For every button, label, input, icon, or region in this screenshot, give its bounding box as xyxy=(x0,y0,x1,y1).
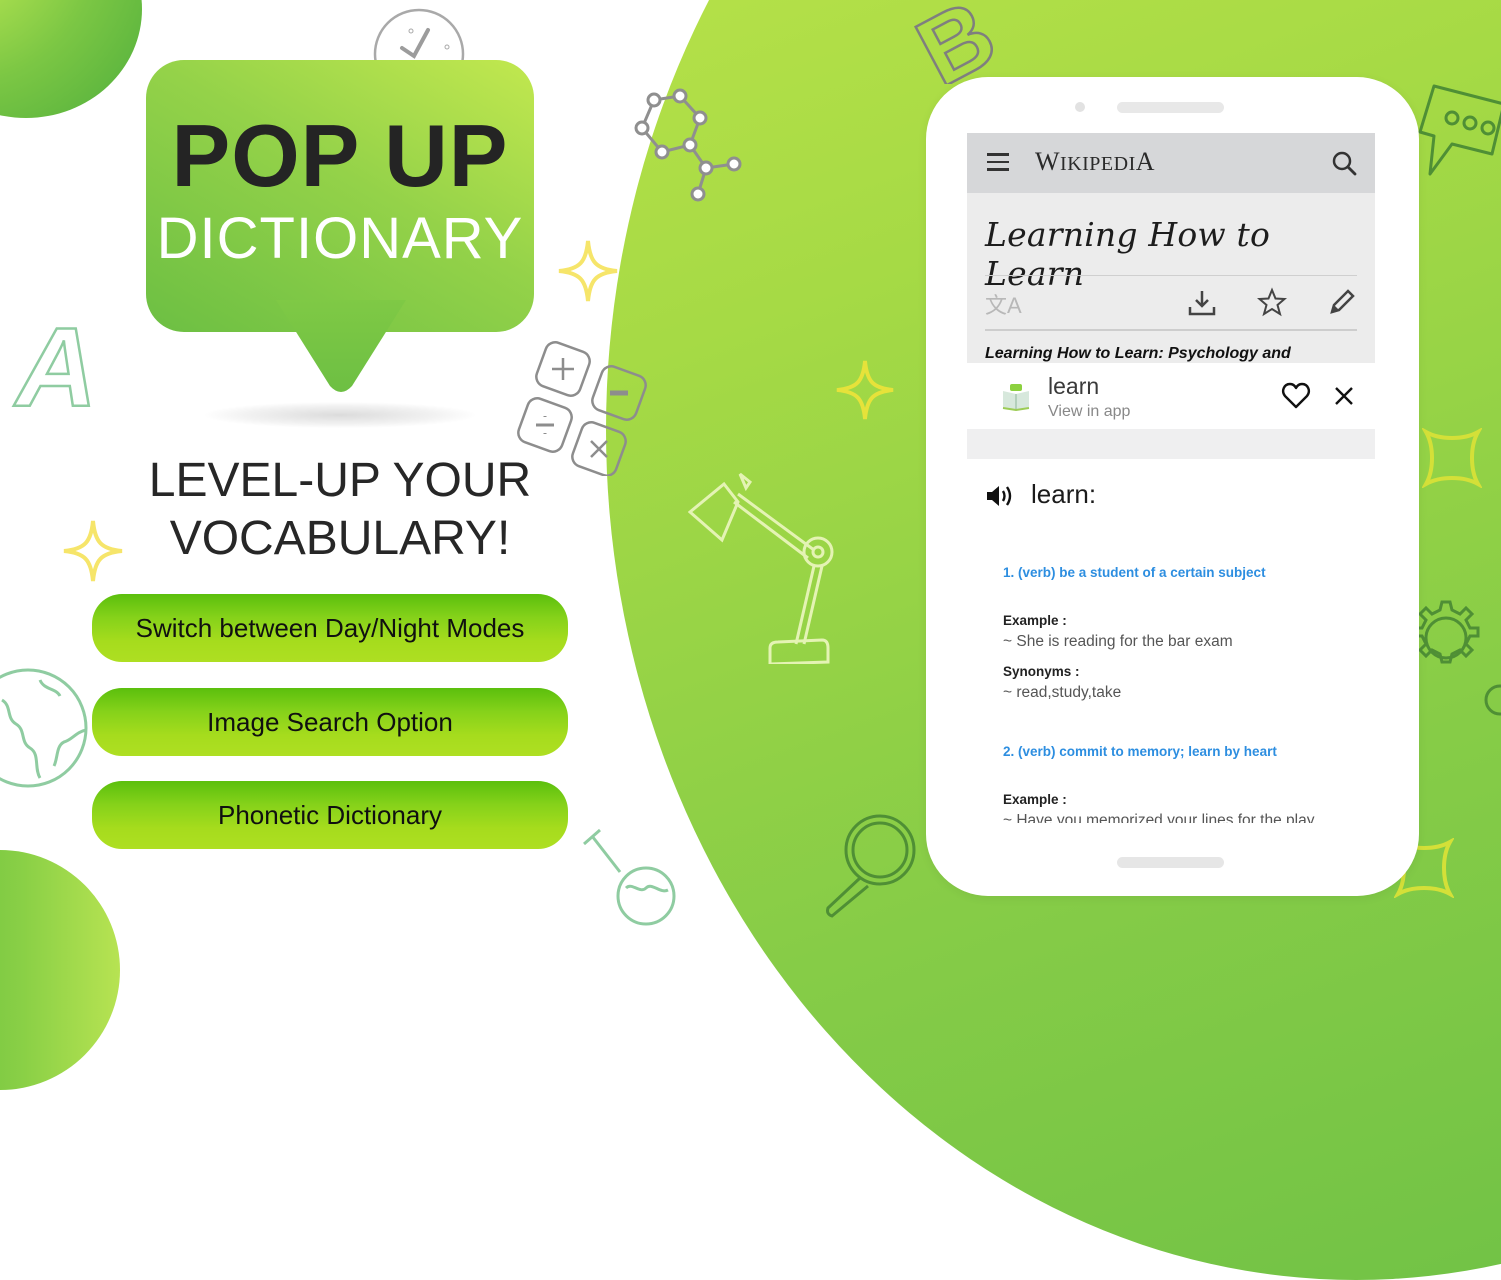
app-title-secondary: DICTIONARY xyxy=(156,206,524,271)
sparkle-icon xyxy=(558,240,618,302)
divider xyxy=(985,275,1357,276)
divider xyxy=(985,329,1357,331)
example-text: ~ Have you memorized your lines for the … xyxy=(1003,812,1315,823)
title-speech-bubble-tail xyxy=(276,300,406,392)
sense-definition: 2. (verb) commit to memory; learn by hea… xyxy=(1003,744,1277,759)
download-icon[interactable] xyxy=(1187,288,1217,318)
chat-bubble-icon xyxy=(1418,84,1501,176)
article-lead-text: Learning How to Learn: Psychology and xyxy=(985,345,1291,362)
tagline: LEVEL-UP YOUR VOCABULARY! xyxy=(110,452,570,568)
wikipedia-logo[interactable]: WIKIPEDIA xyxy=(1035,147,1155,177)
sense-definition: 1. (verb) be a student of a certain subj… xyxy=(1003,565,1266,580)
edit-pencil-icon[interactable] xyxy=(1327,287,1357,317)
feature-phonetic-dictionary[interactable]: Phonetic Dictionary xyxy=(92,781,568,849)
desk-lamp-icon xyxy=(688,472,834,664)
synonyms-label: Synonyms : xyxy=(1003,664,1080,679)
close-icon[interactable] xyxy=(1331,383,1357,409)
book-app-icon xyxy=(1002,384,1030,411)
magnifier-icon xyxy=(826,814,916,918)
star-icon[interactable] xyxy=(1257,287,1287,317)
clock-icon xyxy=(373,8,465,68)
app-title-primary: POP UP xyxy=(171,106,509,205)
example-label: Example : xyxy=(1003,613,1067,628)
bubble-shadow xyxy=(205,402,475,428)
hamburger-menu-icon[interactable] xyxy=(987,153,1009,171)
letter-a-icon: A xyxy=(12,306,98,422)
feature-day-night-mode[interactable]: Switch between Day/Night Modes xyxy=(92,594,568,662)
molecule-icon xyxy=(634,88,742,202)
wikipedia-logo-final: A xyxy=(1135,147,1156,176)
wikipedia-header: WIKIPEDIA xyxy=(967,133,1375,194)
decorative-blob-bottom-left xyxy=(0,850,120,1090)
wikipedia-logo-initial: W xyxy=(1035,147,1061,176)
flask-icon xyxy=(583,828,676,926)
headword: learn: xyxy=(1031,479,1097,509)
globe-icon xyxy=(0,668,88,788)
popup-word: learn xyxy=(1048,373,1100,399)
view-in-app-link[interactable]: View in app xyxy=(1048,403,1130,421)
article-title: Learning How to Learn xyxy=(985,215,1271,293)
heart-icon[interactable] xyxy=(1281,381,1311,411)
svg-text:A: A xyxy=(13,306,97,422)
phone-screen: WIKIPEDIA Learning How to Learn 文A Learn… xyxy=(967,133,1375,823)
definition-panel: learn: 1. (verb) be a student of a certa… xyxy=(967,459,1375,823)
example-label: Example : xyxy=(1003,792,1067,807)
speaker-icon[interactable] xyxy=(985,483,1015,509)
search-icon[interactable] xyxy=(1331,150,1357,176)
tagline-line-1: LEVEL-UP YOUR xyxy=(148,454,532,507)
dictionary-popup-header: learn View in app xyxy=(967,363,1375,429)
synonyms-text: ~ read,study,take xyxy=(1003,684,1122,701)
example-text: ~ She is reading for the bar exam xyxy=(1003,633,1233,650)
sparkle-icon xyxy=(1422,428,1482,488)
decorative-blob-top-left xyxy=(0,0,142,118)
translate-icon[interactable]: 文A xyxy=(985,288,1022,320)
phone-camera xyxy=(1075,102,1085,112)
popup-divider xyxy=(967,429,1375,459)
feature-image-search[interactable]: Image Search Option xyxy=(92,688,568,756)
sparkle-icon xyxy=(836,360,894,420)
letter-b-icon: B xyxy=(914,0,1013,84)
tagline-line-2: VOCABULARY! xyxy=(169,512,511,565)
phone-speaker xyxy=(1117,102,1224,113)
svg-text:B: B xyxy=(914,0,1012,84)
gears-icon xyxy=(1412,600,1501,716)
phone-home-bar xyxy=(1117,857,1224,868)
wikipedia-logo-middle: IKIPEDI xyxy=(1060,153,1136,175)
